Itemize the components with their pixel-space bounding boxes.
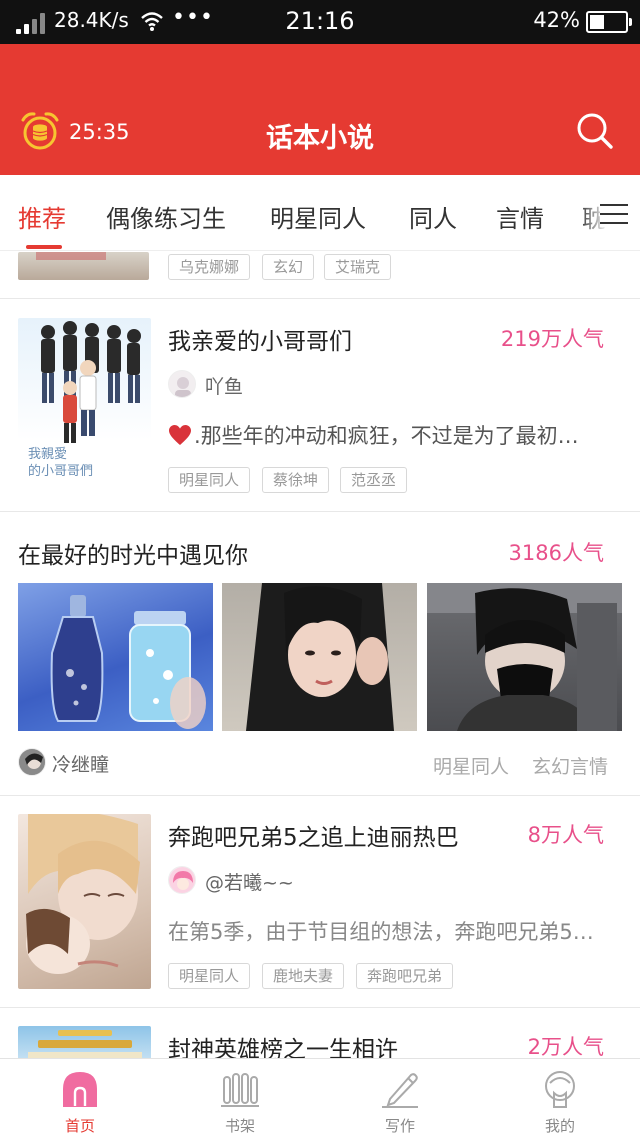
home-icon <box>63 1072 97 1107</box>
tag[interactable]: 蔡徐坤 <box>262 467 330 493</box>
tag[interactable]: 乌克娜娜 <box>168 254 251 280</box>
nav-label: 我的 <box>544 1117 575 1135</box>
status-bar: 28.4K/s ••• 21:16 42% <box>0 0 640 44</box>
battery-icon <box>586 11 632 33</box>
author-name[interactable]: @若曦~~ <box>205 868 294 895</box>
book-title[interactable]: 封神英雄榜之一生相许 <box>168 1030 398 1058</box>
nav-profile[interactable]: 我的 <box>480 1059 640 1138</box>
heart-icon <box>169 425 191 445</box>
story-feed[interactable]: 乌克娜娜 玄幻 艾瑞克 我親愛 的小哥哥們 我亲爱的小哥哥们 219万人气 吖鱼… <box>0 252 640 1058</box>
popularity-count: 219万人气 <box>500 327 604 351</box>
svg-text:的小哥哥們: 的小哥哥們 <box>28 463 93 479</box>
active-tab-indicator <box>26 245 62 249</box>
author-name[interactable]: 冷继瞳 <box>52 750 109 777</box>
tab-fanfic[interactable]: 同人 <box>409 199 457 234</box>
story-image[interactable] <box>18 583 213 731</box>
book-title[interactable]: 奔跑吧兄弟5之追上迪丽热巴 <box>168 818 459 852</box>
avatar[interactable] <box>168 866 196 894</box>
tab-romance[interactable]: 言情 <box>496 199 544 234</box>
tab-recommend[interactable]: 推荐 <box>18 199 66 234</box>
tag[interactable]: 奔跑吧兄弟 <box>356 963 454 989</box>
bookshelf-icon <box>221 1073 259 1107</box>
popularity-count: 2万人气 <box>527 1035 604 1058</box>
popularity-count: 8万人气 <box>527 823 604 847</box>
profile-icon <box>545 1071 575 1108</box>
nav-bookshelf[interactable]: 书架 <box>160 1059 320 1138</box>
nav-label: 写作 <box>384 1117 415 1135</box>
tag[interactable]: 明星同人 <box>168 963 251 989</box>
book-cover-partial[interactable] <box>18 252 149 280</box>
author-name[interactable]: 吖鱼 <box>205 372 243 399</box>
tab-celebrity-fanfic[interactable]: 明星同人 <box>270 199 366 234</box>
story-tag[interactable]: 玄幻言情 <box>532 752 608 779</box>
nav-label: 首页 <box>64 1117 95 1135</box>
avatar[interactable] <box>168 370 196 398</box>
book-cover[interactable] <box>18 1026 151 1058</box>
tag[interactable]: 范丞丞 <box>340 467 408 493</box>
search-icon[interactable] <box>576 112 614 150</box>
popularity-count: 3186人气 <box>508 541 604 565</box>
book-cover[interactable]: 我親愛 的小哥哥們 <box>18 318 151 493</box>
app-header: 25:35 话本小说 <box>0 44 640 175</box>
menu-icon[interactable] <box>600 201 630 227</box>
story-summary[interactable]: 在第5季，由于节目组的想法，奔跑吧兄弟5… <box>168 916 608 946</box>
app-title: 话本小说 <box>266 123 374 154</box>
book-cover[interactable] <box>18 814 151 989</box>
story-image[interactable] <box>222 583 417 731</box>
story-title[interactable]: 在最好的时光中遇见你 <box>18 536 248 570</box>
tag[interactable]: 明星同人 <box>168 467 251 493</box>
story-summary[interactable]: .那些年的冲动和疯狂，不过是为了最初… <box>168 420 608 450</box>
avatar[interactable] <box>18 748 46 776</box>
tab-idol-trainee[interactable]: 偶像练习生 <box>106 199 226 234</box>
tag[interactable]: 玄幻 <box>262 254 315 280</box>
svg-text:我親愛: 我親愛 <box>28 447 67 462</box>
battery-percent: 42% <box>533 8 580 32</box>
tag[interactable]: 鹿地夫妻 <box>262 963 345 989</box>
story-image[interactable] <box>427 583 622 731</box>
nav-label: 书架 <box>224 1117 255 1135</box>
book-title[interactable]: 我亲爱的小哥哥们 <box>168 322 352 356</box>
story-tag[interactable]: 明星同人 <box>433 752 509 779</box>
nav-home[interactable]: 首页 <box>0 1059 160 1138</box>
tag[interactable]: 艾瑞克 <box>324 254 392 280</box>
nav-write[interactable]: 写作 <box>320 1059 480 1138</box>
bottom-nav: 首页 书架 写作 我的 <box>0 1058 640 1138</box>
write-icon <box>382 1073 418 1108</box>
category-tabs: 推荐 偶像练习生 明星同人 同人 言情 耽 <box>0 175 640 251</box>
